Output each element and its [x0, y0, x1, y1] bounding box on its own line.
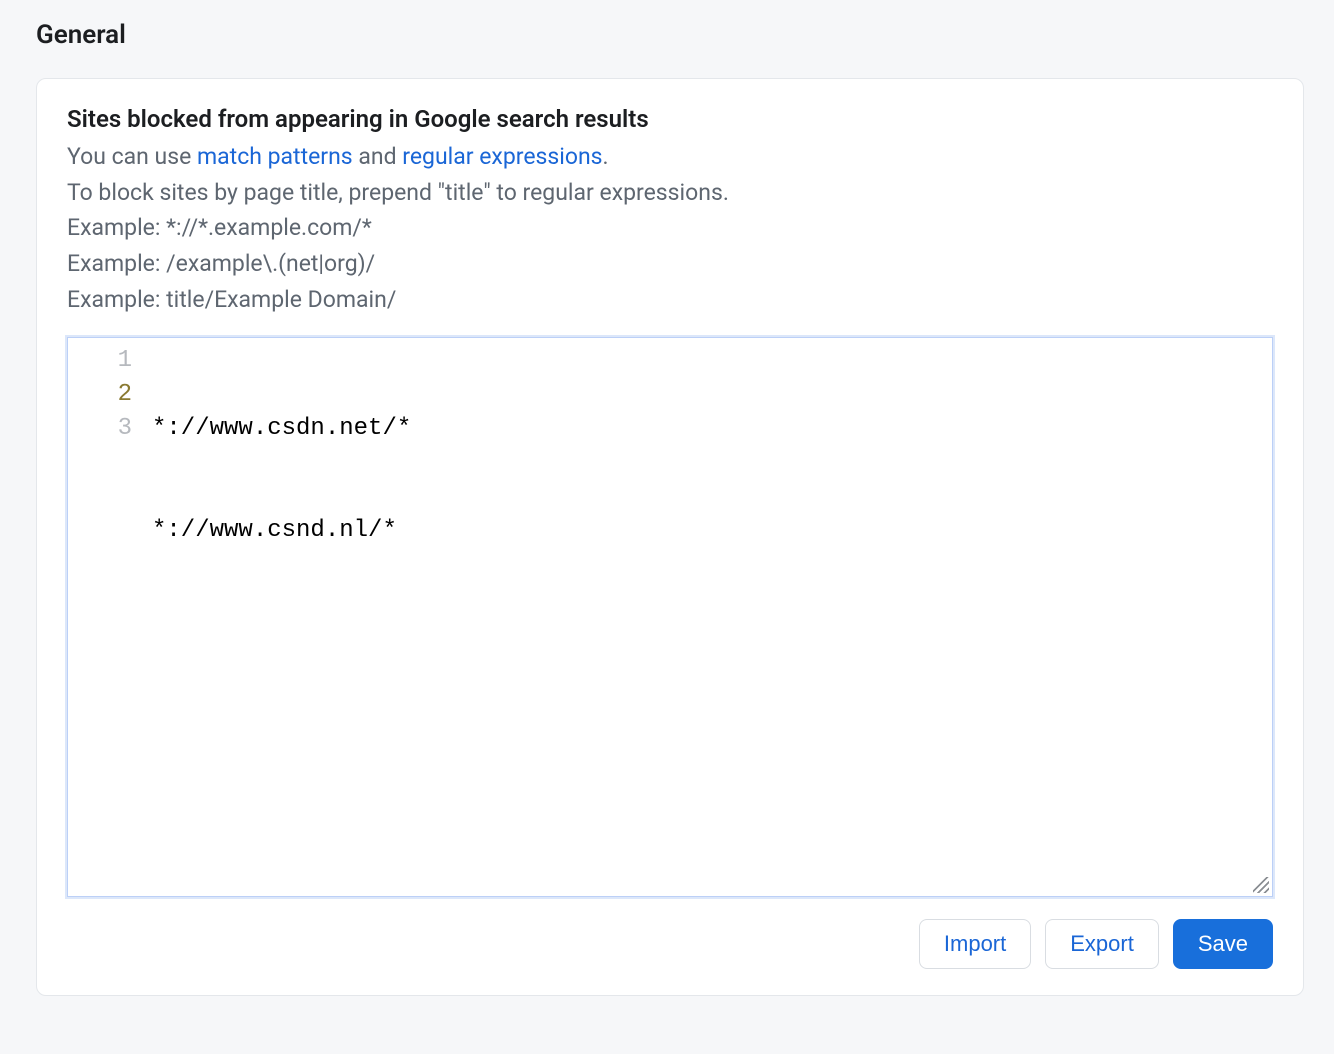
line-number: 3	[68, 412, 132, 446]
editor-content[interactable]: *://www.csdn.net/* *://www.csnd.nl/*	[146, 344, 1272, 896]
help-example-2: Example: /example\.(net|org)/	[67, 246, 1273, 282]
code-line[interactable]	[152, 616, 1272, 650]
section-title: Sites blocked from appearing in Google s…	[67, 105, 1273, 133]
line-number: 1	[68, 344, 132, 378]
match-patterns-link[interactable]: match patterns	[197, 143, 353, 170]
import-button[interactable]: Import	[919, 919, 1031, 969]
help-line-patterns: You can use match patterns and regular e…	[67, 139, 1273, 175]
code-line[interactable]: *://www.csnd.nl/*	[152, 514, 1272, 548]
help-text-post: .	[603, 143, 609, 170]
page-heading: General	[36, 20, 1304, 50]
export-button[interactable]: Export	[1045, 919, 1159, 969]
button-row: Import Export Save	[67, 919, 1273, 969]
help-example-3: Example: title/Example Domain/	[67, 282, 1273, 318]
regular-expressions-link[interactable]: regular expressions	[402, 143, 602, 170]
help-line-title-prefix: To block sites by page title, prepend "t…	[67, 175, 1273, 211]
help-example-1: Example: *://*.example.com/*	[67, 210, 1273, 246]
blocklist-editor[interactable]: 1 2 3 *://www.csdn.net/* *://www.csnd.nl…	[67, 337, 1273, 897]
line-number: 2	[68, 378, 132, 412]
editor-gutter: 1 2 3	[68, 344, 146, 896]
help-text-mid: and	[353, 143, 403, 170]
help-text-pre: You can use	[67, 143, 197, 170]
code-line[interactable]: *://www.csdn.net/*	[152, 412, 1272, 446]
save-button[interactable]: Save	[1173, 919, 1273, 969]
general-card: Sites blocked from appearing in Google s…	[36, 78, 1304, 996]
